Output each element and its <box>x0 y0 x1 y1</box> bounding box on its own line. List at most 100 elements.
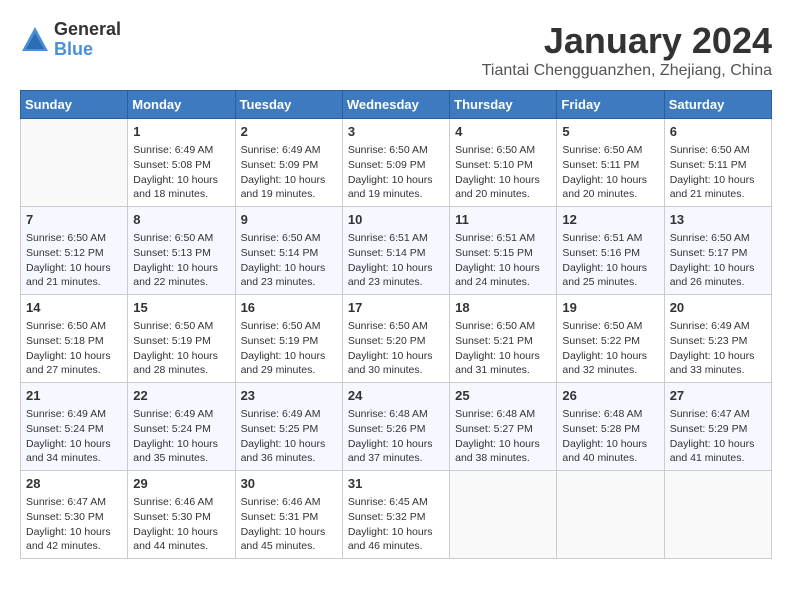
week-row-5: 28Sunrise: 6:47 AM Sunset: 5:30 PM Dayli… <box>21 471 772 559</box>
day-cell: 25 Sunrise: 6:48 AM Sunset: 5:27 PM Dayli… <box>450 383 557 471</box>
col-header-tuesday: Tuesday <box>235 91 342 119</box>
day-info: Sunrise: 6:50 AM Sunset: 5:09 PM Dayligh… <box>348 143 444 202</box>
day-info: Sunrise: 6:51 AM Sunset: 5:15 PM Dayligh… <box>455 231 551 290</box>
day-cell: 31 Sunrise: 6:45 AM Sunset: 5:32 PM Dayli… <box>342 471 449 559</box>
day-number: 15 <box>133 299 229 317</box>
day-cell: 20 Sunrise: 6:49 AM Sunset: 5:23 PM Dayli… <box>664 295 771 383</box>
day-number: 12 <box>562 211 658 229</box>
day-info: Sunrise: 6:50 AM Sunset: 5:12 PM Dayligh… <box>26 231 122 290</box>
day-number: 18 <box>455 299 551 317</box>
day-cell <box>664 471 771 559</box>
day-cell: 29 Sunrise: 6:46 AM Sunset: 5:30 PM Dayli… <box>128 471 235 559</box>
day-cell: 17 Sunrise: 6:50 AM Sunset: 5:20 PM Dayli… <box>342 295 449 383</box>
day-cell: 27 Sunrise: 6:47 AM Sunset: 5:29 PM Dayli… <box>664 383 771 471</box>
day-cell: 30Sunrise: 6:46 AM Sunset: 5:31 PM Dayli… <box>235 471 342 559</box>
day-cell: 24 Sunrise: 6:48 AM Sunset: 5:26 PM Dayli… <box>342 383 449 471</box>
calendar-header: SundayMondayTuesdayWednesdayThursdayFrid… <box>21 91 772 119</box>
day-number: 3 <box>348 123 444 141</box>
day-info: Sunrise: 6:50 AM Sunset: 5:13 PM Dayligh… <box>133 231 229 290</box>
day-info: Sunrise: 6:50 AM Sunset: 5:14 PM Dayligh… <box>241 231 337 290</box>
col-header-thursday: Thursday <box>450 91 557 119</box>
day-number: 10 <box>348 211 444 229</box>
day-info: Sunrise: 6:49 AM Sunset: 5:24 PM Dayligh… <box>26 407 122 466</box>
day-cell: 12 Sunrise: 6:51 AM Sunset: 5:16 PM Dayli… <box>557 207 664 295</box>
day-info: Sunrise: 6:50 AM Sunset: 5:11 PM Dayligh… <box>562 143 658 202</box>
day-number: 2 <box>241 123 337 141</box>
day-info: Sunrise: 6:50 AM Sunset: 5:18 PM Dayligh… <box>26 319 122 378</box>
day-cell: 11 Sunrise: 6:51 AM Sunset: 5:15 PM Dayli… <box>450 207 557 295</box>
day-number: 11 <box>455 211 551 229</box>
day-cell: 26Sunrise: 6:48 AM Sunset: 5:28 PM Dayli… <box>557 383 664 471</box>
day-cell: 13 Sunrise: 6:50 AM Sunset: 5:17 PM Dayli… <box>664 207 771 295</box>
week-row-1: 1 Sunrise: 6:49 AM Sunset: 5:08 PM Daylig… <box>21 119 772 207</box>
day-info: Sunrise: 6:48 AM Sunset: 5:27 PM Dayligh… <box>455 407 551 466</box>
logo-icon <box>20 25 50 55</box>
day-cell: 8 Sunrise: 6:50 AM Sunset: 5:13 PM Daylig… <box>128 207 235 295</box>
day-cell <box>21 119 128 207</box>
week-row-4: 21 Sunrise: 6:49 AM Sunset: 5:24 PM Dayli… <box>21 383 772 471</box>
calendar-subtitle: Tiantai Chengguanzhen, Zhejiang, China <box>482 62 772 80</box>
day-cell: 21 Sunrise: 6:49 AM Sunset: 5:24 PM Dayli… <box>21 383 128 471</box>
day-number: 24 <box>348 387 444 405</box>
day-cell: 2Sunrise: 6:49 AM Sunset: 5:09 PM Daylig… <box>235 119 342 207</box>
col-header-monday: Monday <box>128 91 235 119</box>
day-info: Sunrise: 6:49 AM Sunset: 5:25 PM Dayligh… <box>241 407 337 466</box>
day-number: 25 <box>455 387 551 405</box>
day-info: Sunrise: 6:50 AM Sunset: 5:22 PM Dayligh… <box>562 319 658 378</box>
day-cell: 9Sunrise: 6:50 AM Sunset: 5:14 PM Daylig… <box>235 207 342 295</box>
day-number: 28 <box>26 475 122 493</box>
day-cell: 15 Sunrise: 6:50 AM Sunset: 5:19 PM Dayli… <box>128 295 235 383</box>
logo-general-text: General <box>54 20 121 40</box>
calendar-table: SundayMondayTuesdayWednesdayThursdayFrid… <box>20 90 772 559</box>
day-number: 1 <box>133 123 229 141</box>
col-header-saturday: Saturday <box>664 91 771 119</box>
day-number: 19 <box>562 299 658 317</box>
day-cell: 19 Sunrise: 6:50 AM Sunset: 5:22 PM Dayli… <box>557 295 664 383</box>
day-info: Sunrise: 6:50 AM Sunset: 5:19 PM Dayligh… <box>133 319 229 378</box>
day-info: Sunrise: 6:47 AM Sunset: 5:29 PM Dayligh… <box>670 407 766 466</box>
day-number: 22 <box>133 387 229 405</box>
day-number: 8 <box>133 211 229 229</box>
day-cell: 16 Sunrise: 6:50 AM Sunset: 5:19 PM Dayli… <box>235 295 342 383</box>
day-number: 27 <box>670 387 766 405</box>
day-cell: 5Sunrise: 6:50 AM Sunset: 5:11 PM Daylig… <box>557 119 664 207</box>
day-cell: 1 Sunrise: 6:49 AM Sunset: 5:08 PM Daylig… <box>128 119 235 207</box>
day-cell: 7 Sunrise: 6:50 AM Sunset: 5:12 PM Daylig… <box>21 207 128 295</box>
day-info: Sunrise: 6:49 AM Sunset: 5:08 PM Dayligh… <box>133 143 229 202</box>
day-cell: 18 Sunrise: 6:50 AM Sunset: 5:21 PM Dayli… <box>450 295 557 383</box>
day-info: Sunrise: 6:49 AM Sunset: 5:24 PM Dayligh… <box>133 407 229 466</box>
day-number: 14 <box>26 299 122 317</box>
day-number: 20 <box>670 299 766 317</box>
day-cell <box>557 471 664 559</box>
day-cell: 28Sunrise: 6:47 AM Sunset: 5:30 PM Dayli… <box>21 471 128 559</box>
day-info: Sunrise: 6:46 AM Sunset: 5:30 PM Dayligh… <box>133 495 229 554</box>
col-header-wednesday: Wednesday <box>342 91 449 119</box>
day-info: Sunrise: 6:50 AM Sunset: 5:19 PM Dayligh… <box>241 319 337 378</box>
day-cell: 10 Sunrise: 6:51 AM Sunset: 5:14 PM Dayli… <box>342 207 449 295</box>
day-info: Sunrise: 6:49 AM Sunset: 5:23 PM Dayligh… <box>670 319 766 378</box>
day-number: 17 <box>348 299 444 317</box>
day-info: Sunrise: 6:51 AM Sunset: 5:16 PM Dayligh… <box>562 231 658 290</box>
day-info: Sunrise: 6:50 AM Sunset: 5:20 PM Dayligh… <box>348 319 444 378</box>
page-header: General Blue January 2024 Tiantai Chengg… <box>20 20 772 80</box>
day-cell: 23Sunrise: 6:49 AM Sunset: 5:25 PM Dayli… <box>235 383 342 471</box>
day-cell: 14 Sunrise: 6:50 AM Sunset: 5:18 PM Dayli… <box>21 295 128 383</box>
day-number: 16 <box>241 299 337 317</box>
day-cell: 3 Sunrise: 6:50 AM Sunset: 5:09 PM Daylig… <box>342 119 449 207</box>
day-info: Sunrise: 6:50 AM Sunset: 5:21 PM Dayligh… <box>455 319 551 378</box>
day-number: 21 <box>26 387 122 405</box>
logo: General Blue <box>20 20 121 60</box>
day-number: 31 <box>348 475 444 493</box>
day-info: Sunrise: 6:51 AM Sunset: 5:14 PM Dayligh… <box>348 231 444 290</box>
day-number: 29 <box>133 475 229 493</box>
day-info: Sunrise: 6:48 AM Sunset: 5:28 PM Dayligh… <box>562 407 658 466</box>
day-info: Sunrise: 6:50 AM Sunset: 5:11 PM Dayligh… <box>670 143 766 202</box>
calendar-body: 1 Sunrise: 6:49 AM Sunset: 5:08 PM Daylig… <box>21 119 772 559</box>
col-header-sunday: Sunday <box>21 91 128 119</box>
calendar-title: January 2024 <box>482 20 772 62</box>
day-info: Sunrise: 6:45 AM Sunset: 5:32 PM Dayligh… <box>348 495 444 554</box>
day-number: 7 <box>26 211 122 229</box>
day-info: Sunrise: 6:48 AM Sunset: 5:26 PM Dayligh… <box>348 407 444 466</box>
day-info: Sunrise: 6:50 AM Sunset: 5:17 PM Dayligh… <box>670 231 766 290</box>
day-number: 13 <box>670 211 766 229</box>
